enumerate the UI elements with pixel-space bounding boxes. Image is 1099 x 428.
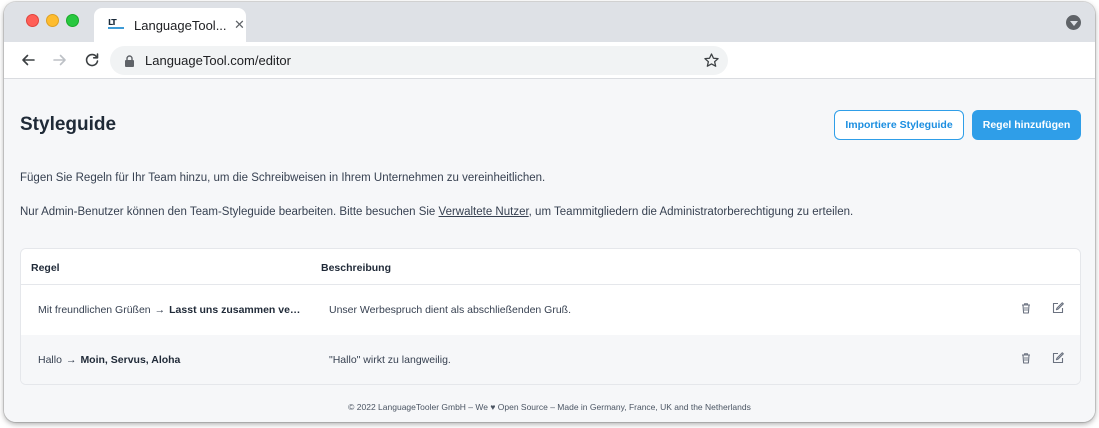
- lock-icon: [125, 54, 134, 67]
- rule-original: Mit freundlichen Grüßen: [38, 304, 151, 316]
- address-bar[interactable]: LanguageTool.com/editor: [110, 46, 728, 75]
- description-cell: "Hallo" wirkt zu langweilig.: [329, 354, 451, 366]
- table-header: Regel Beschreibung: [21, 249, 1080, 285]
- browser-tab[interactable]: LT LanguageTool... ✕: [94, 8, 246, 42]
- languagetool-favicon-icon: LT: [108, 18, 124, 29]
- url-text: LanguageTool.com/editor: [145, 53, 291, 68]
- rules-table: Regel Beschreibung Mit freundlichen Grüß…: [20, 248, 1081, 385]
- tab-close-icon[interactable]: ✕: [234, 17, 245, 33]
- page-title: Styleguide: [20, 114, 117, 135]
- rule-cell: Hallo → Moin, Servus, Aloha: [38, 354, 308, 366]
- admin-notice-text: Nur Admin-Benutzer können den Team-Style…: [20, 206, 439, 218]
- table-row: Mit freundlichen Grüßen → Lasst uns zusamm…: [21, 285, 1080, 335]
- table-row: Hallo → Moin, Servus, Aloha "Hallo" wirkt …: [21, 335, 1080, 384]
- column-header-description: Beschreibung: [321, 262, 392, 274]
- admin-notice: Nur Admin-Benutzer können den Team-Style…: [20, 206, 853, 218]
- arrow-icon: →: [154, 304, 166, 316]
- footer-text: © 2022 LanguageTooler GmbH – We ♥ Open S…: [348, 402, 751, 412]
- back-icon[interactable]: [16, 48, 40, 72]
- browser-menu-icon[interactable]: [1066, 15, 1081, 30]
- browser-window: LT LanguageTool... ✕ LanguageTool.com/ed…: [4, 2, 1095, 422]
- browser-toolbar: LanguageTool.com/editor: [4, 42, 1095, 79]
- managed-users-link[interactable]: Verwaltete Nutzer: [439, 206, 529, 218]
- arrow-icon: →: [65, 354, 77, 366]
- tab-strip: LT LanguageTool... ✕: [4, 2, 1095, 42]
- bookmark-star-icon[interactable]: [703, 52, 720, 69]
- maximize-window-button[interactable]: [66, 14, 79, 27]
- add-rule-button[interactable]: Regel hinzufügen: [972, 110, 1081, 140]
- forward-icon[interactable]: [48, 48, 72, 72]
- rule-replacement: Lasst uns zusammen ve…: [169, 304, 301, 316]
- rule-cell: Mit freundlichen Grüßen → Lasst uns zusamm…: [38, 304, 308, 316]
- tab-title: LanguageTool...: [134, 17, 227, 33]
- styleguide-page: Styleguide Importiere Styleguide Regel h…: [4, 80, 1095, 422]
- reload-icon[interactable]: [80, 48, 104, 72]
- description-cell: Unser Werbespruch dient als abschließend…: [329, 304, 572, 316]
- rule-original: Hallo: [38, 354, 62, 366]
- close-window-button[interactable]: [26, 14, 39, 27]
- admin-notice-text-end: , um Teammitgliedern die Administratorbe…: [528, 206, 854, 218]
- trash-icon[interactable]: [1019, 301, 1033, 315]
- trash-icon[interactable]: [1019, 351, 1033, 365]
- edit-icon[interactable]: [1051, 351, 1065, 365]
- rule-replacement: Moin, Servus, Aloha: [80, 354, 181, 366]
- intro-text: Fügen Sie Regeln für Ihr Team hinzu, um …: [20, 172, 546, 184]
- edit-icon[interactable]: [1051, 301, 1065, 315]
- minimize-window-button[interactable]: [46, 14, 59, 27]
- import-styleguide-button[interactable]: Importiere Styleguide: [834, 110, 964, 140]
- column-header-rule: Regel: [31, 262, 60, 274]
